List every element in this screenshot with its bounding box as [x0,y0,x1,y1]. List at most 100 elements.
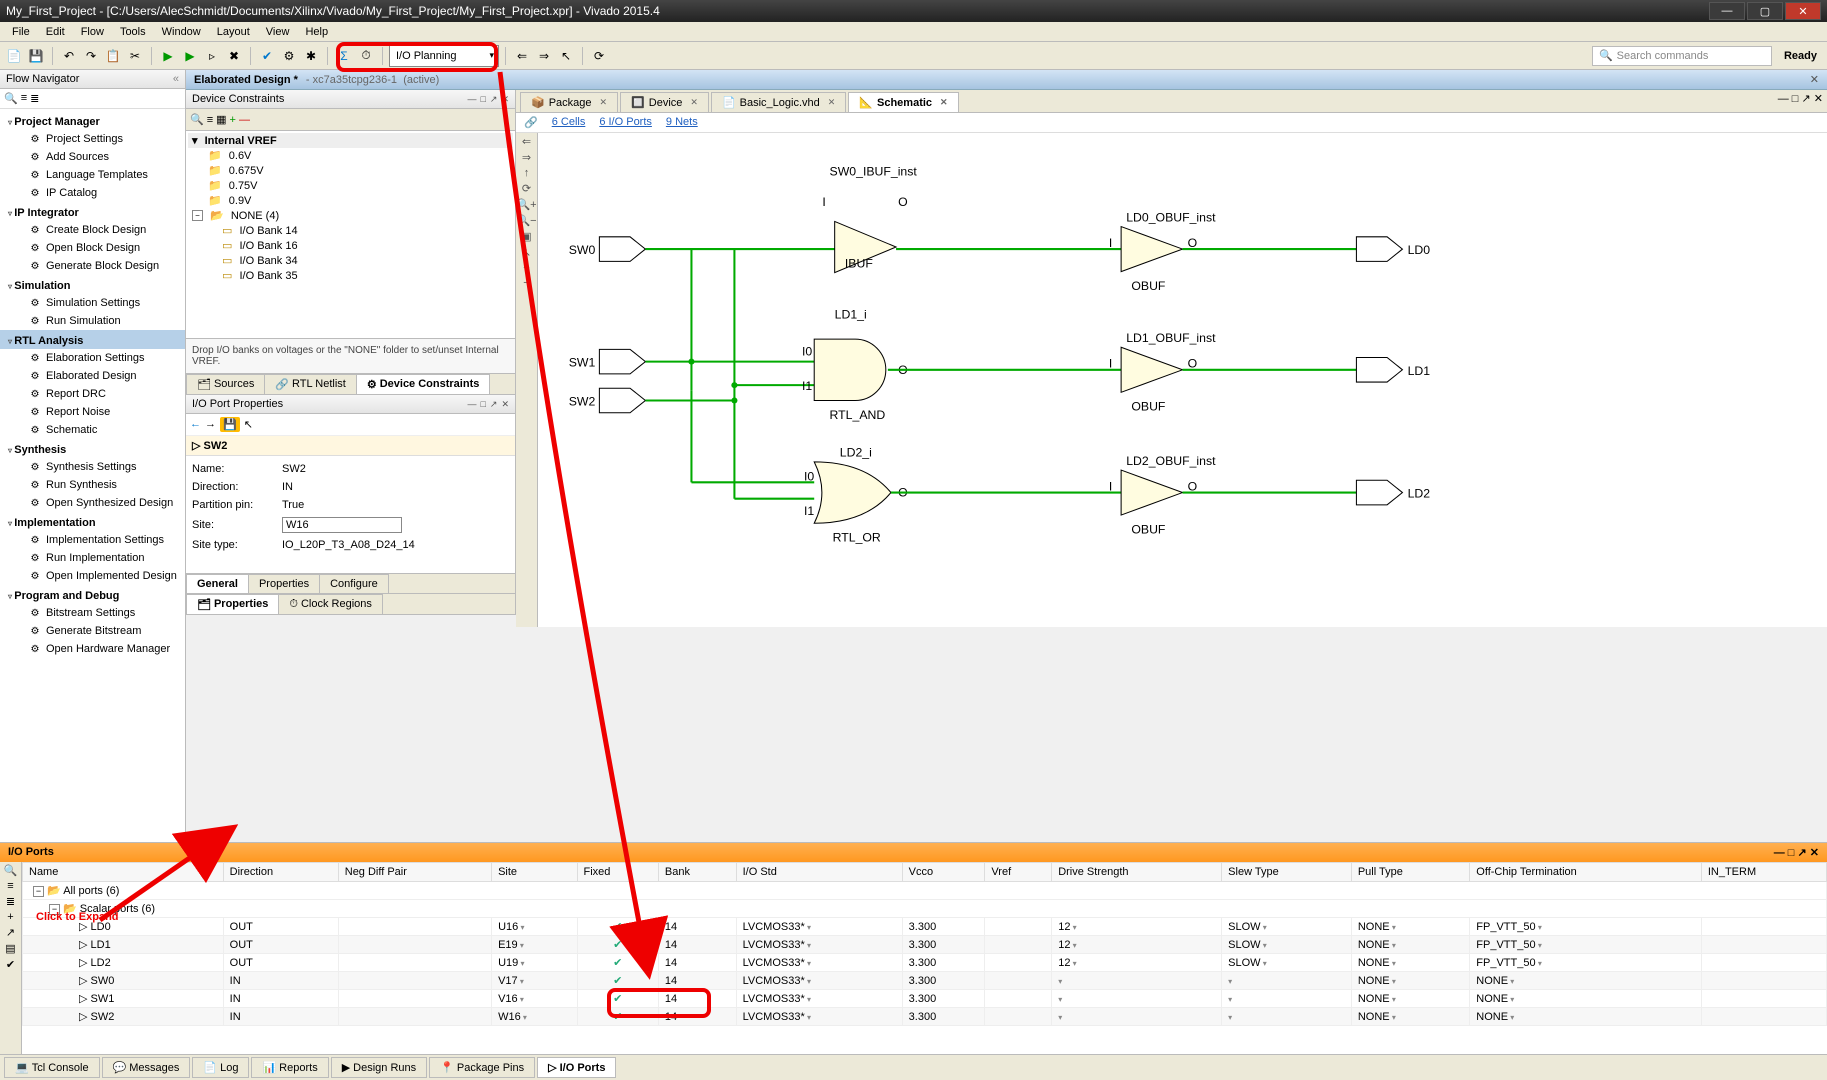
dc-float-icon[interactable]: ↗ [490,94,498,104]
run-step-icon[interactable]: ▶ [180,46,200,66]
link-cells[interactable]: 6 Cells [552,116,586,129]
pointer-icon[interactable]: ↖ [556,46,576,66]
menu-help[interactable]: Help [297,24,336,40]
fn-item-run-simulation[interactable]: ⚙Run Simulation [0,312,185,330]
tab-device-constraints[interactable]: ⚙Device Constraints [356,374,491,394]
link-nets[interactable]: 9 Nets [666,116,698,129]
gate-obuf-1[interactable]: LD1_OBUF_inst IO OBUF [1109,331,1216,414]
minimize-button[interactable]: — [1709,2,1745,20]
tab-device[interactable]: 🔲Device✕ [620,92,709,112]
dc-none[interactable]: − 📂 NONE (4) [188,208,513,223]
tab-reports[interactable]: 📊Reports [251,1057,328,1078]
menu-layout[interactable]: Layout [209,24,258,40]
collapse-icon[interactable]: « [173,73,179,85]
prop-site[interactable]: Site: [190,514,511,536]
io-row-sw2[interactable]: ▷ SW2INW16✔14LVCMOS33*3.300NONENONE [23,1008,1827,1026]
command-search[interactable]: 🔍 Search commands [1592,46,1772,66]
io-search-icon[interactable]: 🔍 [4,864,18,877]
dc-add-icon[interactable]: + [230,114,236,126]
port-ld0[interactable]: LD0 [1356,237,1430,262]
sv-zoomin-icon[interactable]: 🔍+ [516,198,536,211]
tab-schematic[interactable]: 📐Schematic✕ [848,92,958,112]
fn-section-synthesis[interactable]: Synthesis [0,439,185,458]
pp-close-icon[interactable]: ✕ [501,399,509,409]
io-col-direction[interactable]: Direction [223,863,338,882]
fn-item-create-block-design[interactable]: ⚙Create Block Design [0,221,185,239]
undo-icon[interactable]: ↶ [59,46,79,66]
fwd-icon[interactable]: ⇒ [534,46,554,66]
io-row-sw1[interactable]: ▷ SW1INV16✔14LVCMOS33*3.300NONENONE [23,990,1827,1008]
cancel-icon[interactable]: ✖ [224,46,244,66]
pp-max-icon[interactable]: □ [480,399,485,409]
sv-plus-icon[interactable]: + [523,262,529,274]
close-icon[interactable]: ✕ [690,97,698,108]
port-ld1[interactable]: LD1 [1356,358,1430,383]
io-export-icon[interactable]: ↗ [6,926,15,939]
sv-refresh-icon[interactable]: ⟳ [522,182,531,195]
sv-zoomout-icon[interactable]: 🔍− [516,214,536,227]
fn-item-report-noise[interactable]: ⚙Report Noise [0,403,185,421]
sigma-icon[interactable]: Σ [334,46,354,66]
check-icon[interactable]: ✔ [257,46,277,66]
tab-messages[interactable]: 💬Messages [102,1057,191,1078]
dc-close-icon[interactable]: ✕ [501,94,509,104]
dc-min-icon[interactable]: — [467,94,476,104]
io-row-sw0[interactable]: ▷ SW0INV17✔14LVCMOS33*3.300NONENONE [23,972,1827,990]
tab-package-pins[interactable]: 📍Package Pins [429,1057,535,1078]
pp-select-icon[interactable]: ↖ [244,418,253,431]
fn-item-generate-block-design[interactable]: ⚙Generate Block Design [0,257,185,275]
run-icon[interactable]: ▶ [158,46,178,66]
fn-section-project-manager[interactable]: Project Manager [0,111,185,130]
close-button[interactable]: ✕ [1785,2,1821,20]
io-check-icon[interactable]: ✔ [6,958,15,971]
sv-select-icon[interactable]: ↖ [522,246,531,259]
io-row-ld0[interactable]: ▷ LD0OUTU16✔14LVCMOS33*3.30012SLOWNONEFP… [23,918,1827,936]
gate-obuf-0[interactable]: LD0_OBUF_inst IO OBUF [1109,210,1216,293]
dc-remove-icon[interactable]: — [239,114,250,126]
io-col-in_term[interactable]: IN_TERM [1701,863,1826,882]
copy-icon[interactable]: 📋 [103,46,123,66]
dc-zoom-icon[interactable]: 🔍 [190,113,204,126]
io-col-fixed[interactable]: Fixed [577,863,658,882]
dc-volt-1[interactable]: 📁 0.675V [188,163,513,178]
pp-fwd-icon[interactable]: → [205,418,216,430]
cut-icon[interactable]: ✂ [125,46,145,66]
fn-item-open-block-design[interactable]: ⚙Open Block Design [0,239,185,257]
menu-view[interactable]: View [258,24,298,40]
schem-link-icon[interactable]: 🔗 [524,116,538,129]
port-sw0[interactable]: SW0 [569,237,646,262]
fn-item-run-synthesis[interactable]: ⚙Run Synthesis [0,476,185,494]
gear-icon[interactable]: ⚙ [279,46,299,66]
fn-item-open-implemented-design[interactable]: ⚙Open Implemented Design [0,567,185,585]
tab-bottom-properties[interactable]: 🗂Properties [186,594,279,614]
close-icon[interactable]: ✕ [828,97,836,108]
io-group-row[interactable]: − 📂 All ports (6) [23,882,1827,900]
menu-tools[interactable]: Tools [112,24,154,40]
fn-item-language-templates[interactable]: ⚙Language Templates [0,166,185,184]
menu-file[interactable]: File [4,24,38,40]
fn-section-program-and-debug[interactable]: Program and Debug [0,585,185,604]
ed-close-icon[interactable]: ✕ [1814,93,1823,105]
expand-icon[interactable]: ≡ [21,92,27,105]
io-col-off-chip-termination[interactable]: Off-Chip Termination [1470,863,1702,882]
tab-design-runs[interactable]: ▶Design Runs [331,1057,427,1078]
schematic-canvas[interactable]: SW0 SW0_IBUF_inst IO IBUF [538,133,1827,627]
sv-fit-icon[interactable]: ▣ [521,230,531,243]
close-icon[interactable]: ✕ [600,97,608,108]
io-expand-icon[interactable]: ≡ [7,880,13,892]
io-col-slew-type[interactable]: Slew Type [1222,863,1352,882]
dc-volt-0[interactable]: 📁 0.6V [188,148,513,163]
port-sw2[interactable]: SW2 [569,388,646,413]
io-col-i/o-std[interactable]: I/O Std [736,863,902,882]
menu-edit[interactable]: Edit [38,24,73,40]
dc-bank-14[interactable]: ▭ I/O Bank 14 [188,223,513,238]
fn-item-bitstream-settings[interactable]: ⚙Bitstream Settings [0,604,185,622]
menu-window[interactable]: Window [154,24,209,40]
fn-item-ip-catalog[interactable]: ⚙IP Catalog [0,184,185,202]
settings-icon[interactable]: ✱ [301,46,321,66]
gate-ibuf[interactable]: SW0_IBUF_inst IO IBUF [822,164,917,272]
elaborated-close-icon[interactable]: ✕ [1810,73,1819,86]
tab-properties[interactable]: Properties [248,574,320,593]
fn-item-elaboration-settings[interactable]: ⚙Elaboration Settings [0,349,185,367]
tab-rtl-netlist[interactable]: 🔗RTL Netlist [264,374,357,394]
